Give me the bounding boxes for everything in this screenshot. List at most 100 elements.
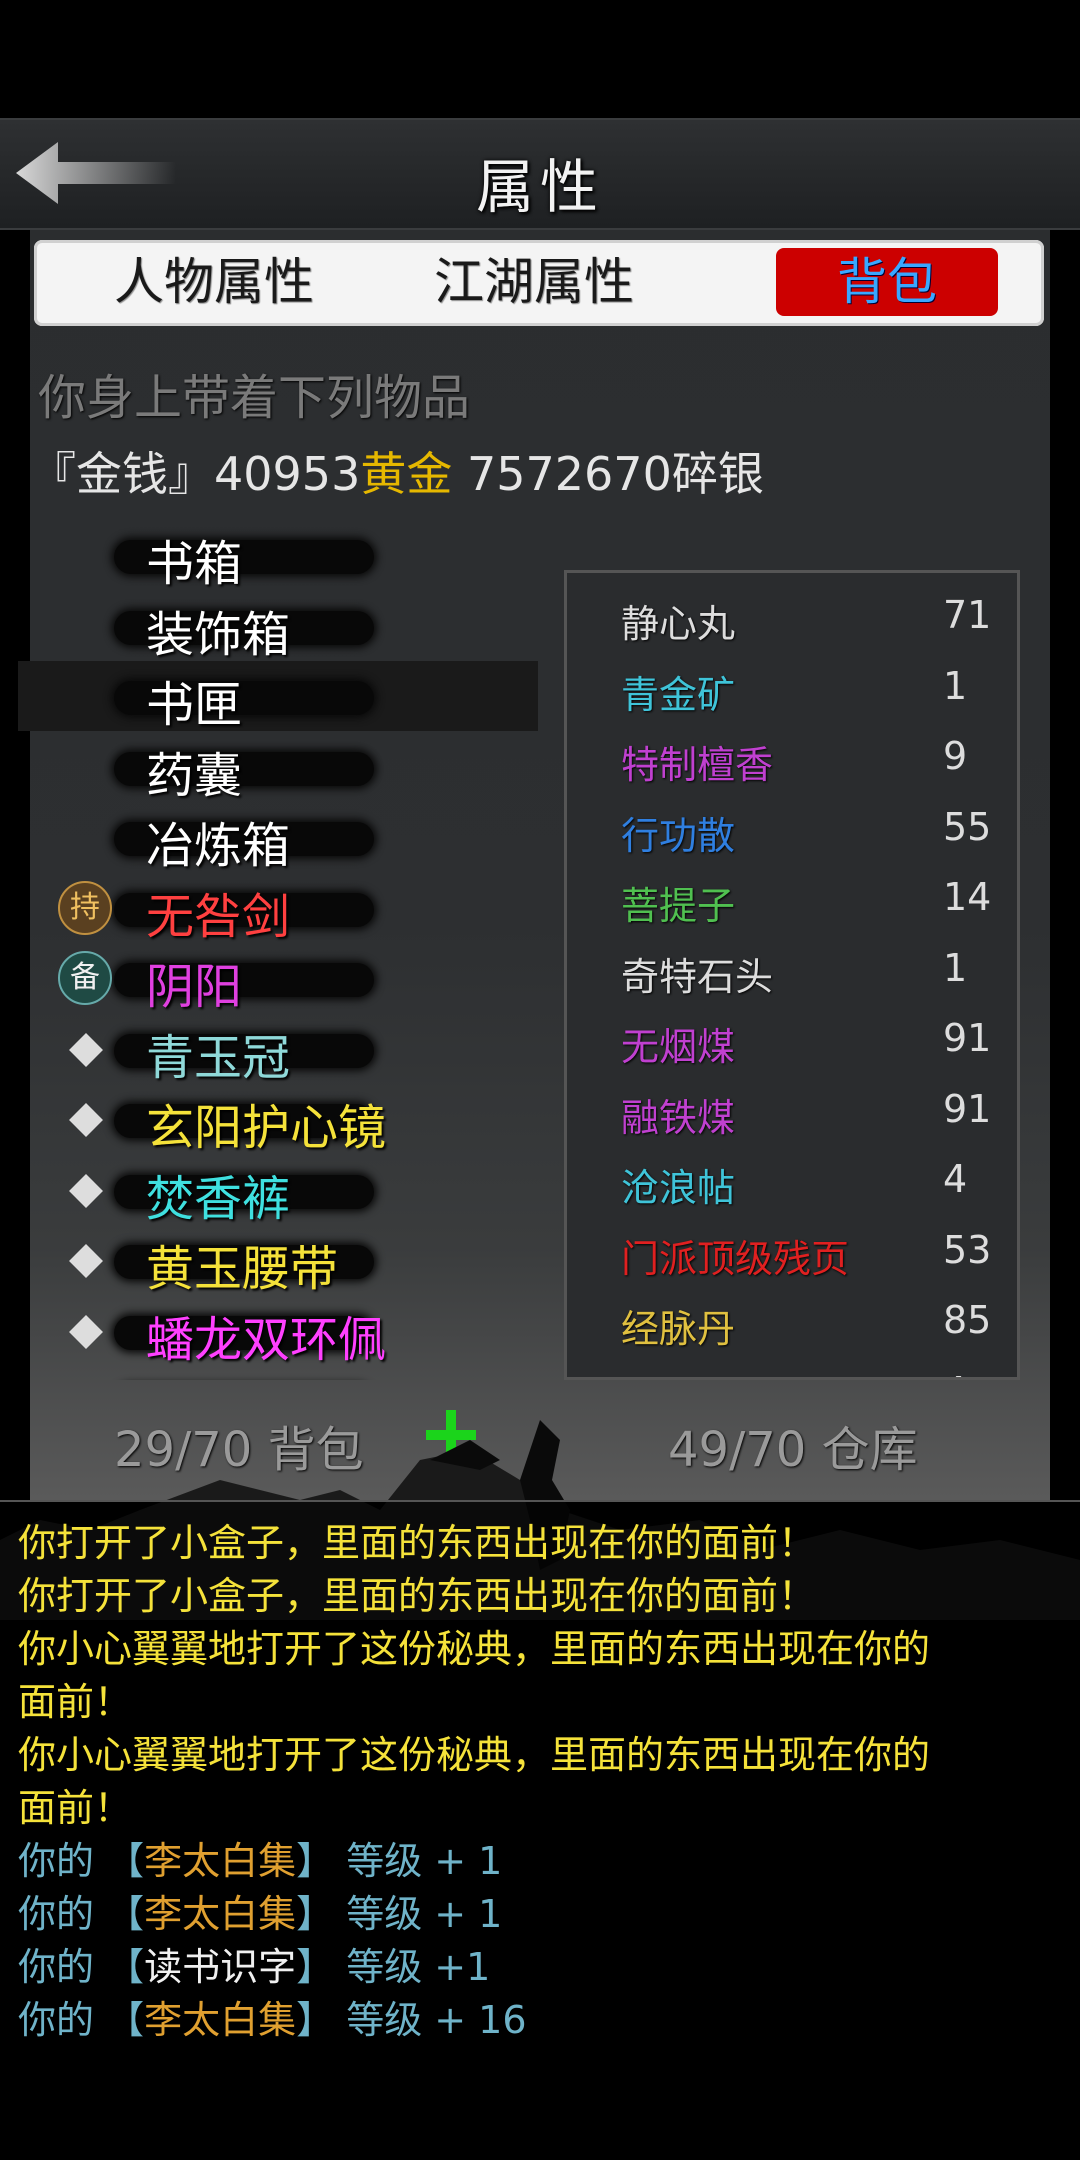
container-list-item[interactable]: 黄玉腰带 (18, 1225, 538, 1297)
log-segment: 李太白集 (144, 1839, 297, 1883)
container-list-item[interactable]: 药囊 (18, 732, 538, 804)
money-suffix: 7572670碎银 (452, 447, 764, 501)
item-list-row[interactable]: 无烟煤 91 (567, 1006, 1017, 1076)
container-list-item-label: 蟠龙双环佩 (146, 1311, 387, 1368)
item-name: 万炼寒髓 (621, 1369, 773, 1378)
money-display: 『金钱』40953黄金 7572670碎银 (30, 438, 764, 504)
item-name: 融铁煤 (621, 1095, 736, 1140)
item-name: 无烟煤 (621, 1025, 736, 1069)
log-segment: 面前！ (18, 1680, 133, 1724)
item-list-row[interactable]: 菩提子 14 (567, 865, 1017, 935)
container-list-item[interactable]: 书匣 (18, 661, 538, 733)
log-segment: 你的 【 (18, 1998, 145, 2042)
money-gold-label: 黄金 (360, 447, 453, 501)
log-line: 你小心翼翼地打开了这份秘典，里面的东西出现在你的 (18, 1724, 930, 1779)
item-list-row[interactable]: 特制檀香 9 (567, 724, 1017, 794)
item-quantity: 4 (943, 1369, 967, 1378)
log-segment: 李太白集 (144, 1998, 297, 2042)
log-line: 面前！ (18, 1671, 132, 1726)
container-list-item[interactable]: 冶炼箱 (18, 802, 538, 874)
item-name: 沧浪帖 (621, 1166, 736, 1210)
log-segment: 面前！ (18, 1786, 133, 1830)
log-segment: 你的 【 (18, 1839, 145, 1883)
item-name: 菩提子 (621, 884, 736, 928)
title-bar: 属性 (0, 118, 1080, 230)
item-quantity: 91 (943, 1016, 992, 1060)
diamond-bullet-icon (69, 1103, 103, 1137)
diamond-bullet-icon (69, 1173, 103, 1208)
container-list-item[interactable]: 青玉冠 (18, 1014, 538, 1086)
log-segment: 读书识字 (144, 1945, 297, 1989)
container-list-item[interactable]: 焚香裤 (18, 1155, 538, 1227)
item-quantity: 9 (943, 734, 968, 778)
container-list-item-label: 青玉冠 (146, 1029, 291, 1086)
equipped-badge-icon: 备 (58, 951, 112, 1005)
money-prefix: 『金钱』40953 (30, 447, 361, 501)
log-segment: 】 等级 + 1 (296, 1839, 503, 1883)
item-name: 行功散 (621, 813, 736, 858)
container-list-item[interactable]: 装饰箱 (18, 591, 538, 663)
item-list[interactable]: 静心丸 71 青金矿 1 特制檀香 9 行功散 55 菩提子 14 奇特石头 1 无烟煤 91 融铁煤 91 沧… (564, 570, 1020, 1380)
tab-character-attributes[interactable]: 人物属性 (94, 248, 334, 316)
item-quantity: 1 (943, 945, 968, 990)
item-name: 经脉丹 (621, 1307, 736, 1351)
container-list-item[interactable]: 持无咎剑 (18, 873, 538, 945)
message-log: 你打开了小盒子，里面的东西出现在你的面前！ 你打开了小盒子，里面的东西出现在你的面… (0, 1500, 1080, 2042)
page-title: 属性 (475, 153, 604, 221)
container-list-item-label: 无咎剑 (146, 888, 291, 945)
container-list-item[interactable]: 书箱 (18, 520, 538, 592)
item-list-row[interactable]: 静心丸 71 (567, 583, 1017, 653)
log-line: 你的 【李太白集】 等级 + 1 (18, 1830, 502, 1885)
item-quantity: 4 (943, 1157, 968, 1201)
container-list-item-label: 药囊 (146, 747, 243, 804)
tab-jianghu-attributes[interactable]: 江湖属性 (414, 248, 654, 316)
item-quantity: 71 (943, 593, 992, 637)
item-list-row[interactable]: 万炼寒髓 4 (567, 1359, 1017, 1378)
container-list-item[interactable]: 玄阳护心镜 (18, 1084, 538, 1156)
log-line: 你打开了小盒子，里面的东西出现在你的面前！ (18, 1565, 816, 1620)
diamond-bullet-icon (69, 1032, 103, 1067)
item-name: 静心丸 (621, 602, 736, 646)
log-line: 你的 【读书识字】 等级 +1 (18, 1936, 490, 1991)
log-segment: 你小心翼翼地打开了这份秘典，里面的东西出现在你的 (18, 1733, 931, 1777)
item-list-row[interactable]: 行功散 55 (567, 795, 1017, 865)
diamond-bullet-icon (69, 1314, 103, 1349)
item-list-row[interactable]: 经脉丹 85 (567, 1288, 1017, 1358)
container-list-item[interactable]: 备阴阳 (18, 943, 538, 1015)
item-name: 特制檀香 (621, 743, 774, 787)
log-segment: 】 等级 + 1 (296, 1892, 503, 1936)
container-list[interactable]: 书箱装饰箱书匣药囊冶炼箱持无咎剑备阴阳青玉冠玄阳护心镜焚香裤黄玉腰带蟠龙双环佩奔… (18, 520, 538, 1380)
container-list-item[interactable]: 蟠龙双环佩 (18, 1296, 538, 1368)
container-list-item-label: 冶炼箱 (146, 818, 291, 874)
item-quantity: 53 (943, 1227, 992, 1272)
container-list-item-label: 黄玉腰带 (146, 1241, 339, 1297)
item-list-row[interactable]: 门派顶级残页 53 (567, 1218, 1017, 1288)
item-list-row[interactable]: 奇特石头 1 (567, 936, 1017, 1006)
log-segment: 你小心翼翼地打开了这份秘典，里面的东西出现在你的 (18, 1627, 931, 1671)
attribute-panel: 人物属性 江湖属性 背包 你身上带着下列物品 『金钱』40953黄金 75726… (18, 230, 1050, 1500)
item-quantity: 91 (943, 1086, 992, 1131)
container-list-item-label: 装饰箱 (146, 606, 291, 663)
item-list-row[interactable]: 沧浪帖 4 (567, 1147, 1017, 1217)
tab-bar: 人物属性 江湖属性 背包 (34, 240, 1044, 326)
log-line: 面前！ (18, 1777, 132, 1832)
log-segment: 你打开了小盒子，里面的东西出现在你的面前！ (18, 1521, 817, 1565)
item-list-row[interactable]: 融铁煤 91 (567, 1077, 1017, 1147)
log-segment: 你的 【 (18, 1892, 145, 1936)
tab-backpack[interactable]: 背包 (776, 248, 998, 316)
container-list-item[interactable]: 奔湍靴 (18, 1366, 538, 1380)
diamond-bullet-icon (69, 1244, 103, 1278)
container-list-item-label: 奔湍靴 (146, 1370, 290, 1380)
log-segment: 李太白集 (144, 1892, 297, 1936)
container-list-item-label: 书匣 (146, 677, 243, 733)
item-list-row[interactable]: 青金矿 1 (567, 654, 1017, 724)
item-quantity: 1 (943, 663, 968, 708)
item-quantity: 14 (943, 875, 992, 919)
item-quantity: 85 (943, 1298, 992, 1342)
container-list-item-label: 焚香裤 (146, 1170, 291, 1227)
log-line: 你的 【李太白集】 等级 + 16 (18, 1989, 527, 2044)
log-segment: 】 等级 +1 (296, 1945, 491, 1989)
log-line: 你的 【李太白集】 等级 + 1 (18, 1883, 502, 1938)
log-segment: 】 等级 + 16 (296, 1998, 527, 2042)
carry-heading: 你身上带着下列物品 (38, 370, 471, 426)
